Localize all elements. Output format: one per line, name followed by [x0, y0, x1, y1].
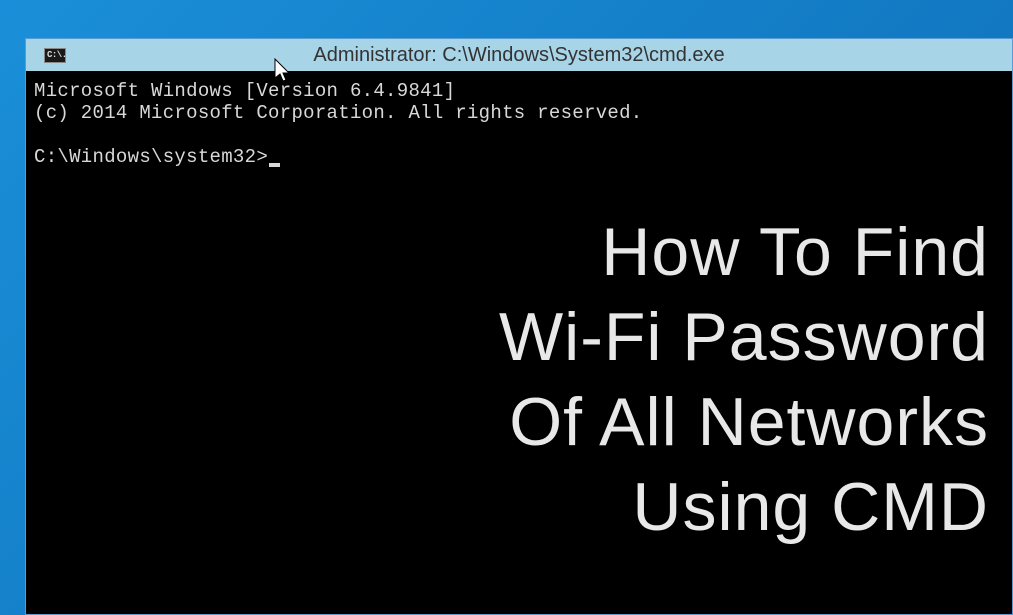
- headline-overlay: How To Find Wi-Fi Password Of All Networ…: [499, 210, 989, 550]
- mouse-cursor-icon: [274, 58, 292, 89]
- window-title: Administrator: C:\Windows\System32\cmd.e…: [313, 44, 724, 67]
- terminal-prompt-line: C:\Windows\system32>: [34, 147, 1004, 169]
- terminal-cursor: [269, 163, 280, 167]
- headline-line-1: How To Find: [499, 210, 989, 295]
- headline-line-4: Using CMD: [499, 465, 989, 550]
- terminal-copyright-line: (c) 2014 Microsoft Corporation. All righ…: [34, 103, 1004, 125]
- cmd-icon: C:\.: [44, 48, 66, 63]
- headline-line-2: Wi-Fi Password: [499, 295, 989, 380]
- window-titlebar[interactable]: C:\. Administrator: C:\Windows\System32\…: [26, 39, 1012, 71]
- terminal-area[interactable]: Microsoft Windows [Version 6.4.9841] (c)…: [26, 71, 1012, 179]
- cmd-icon-label: C:\.: [47, 50, 67, 60]
- headline-line-3: Of All Networks: [499, 380, 989, 465]
- terminal-version-line: Microsoft Windows [Version 6.4.9841]: [34, 81, 1004, 103]
- terminal-prompt: C:\Windows\system32>: [34, 147, 268, 169]
